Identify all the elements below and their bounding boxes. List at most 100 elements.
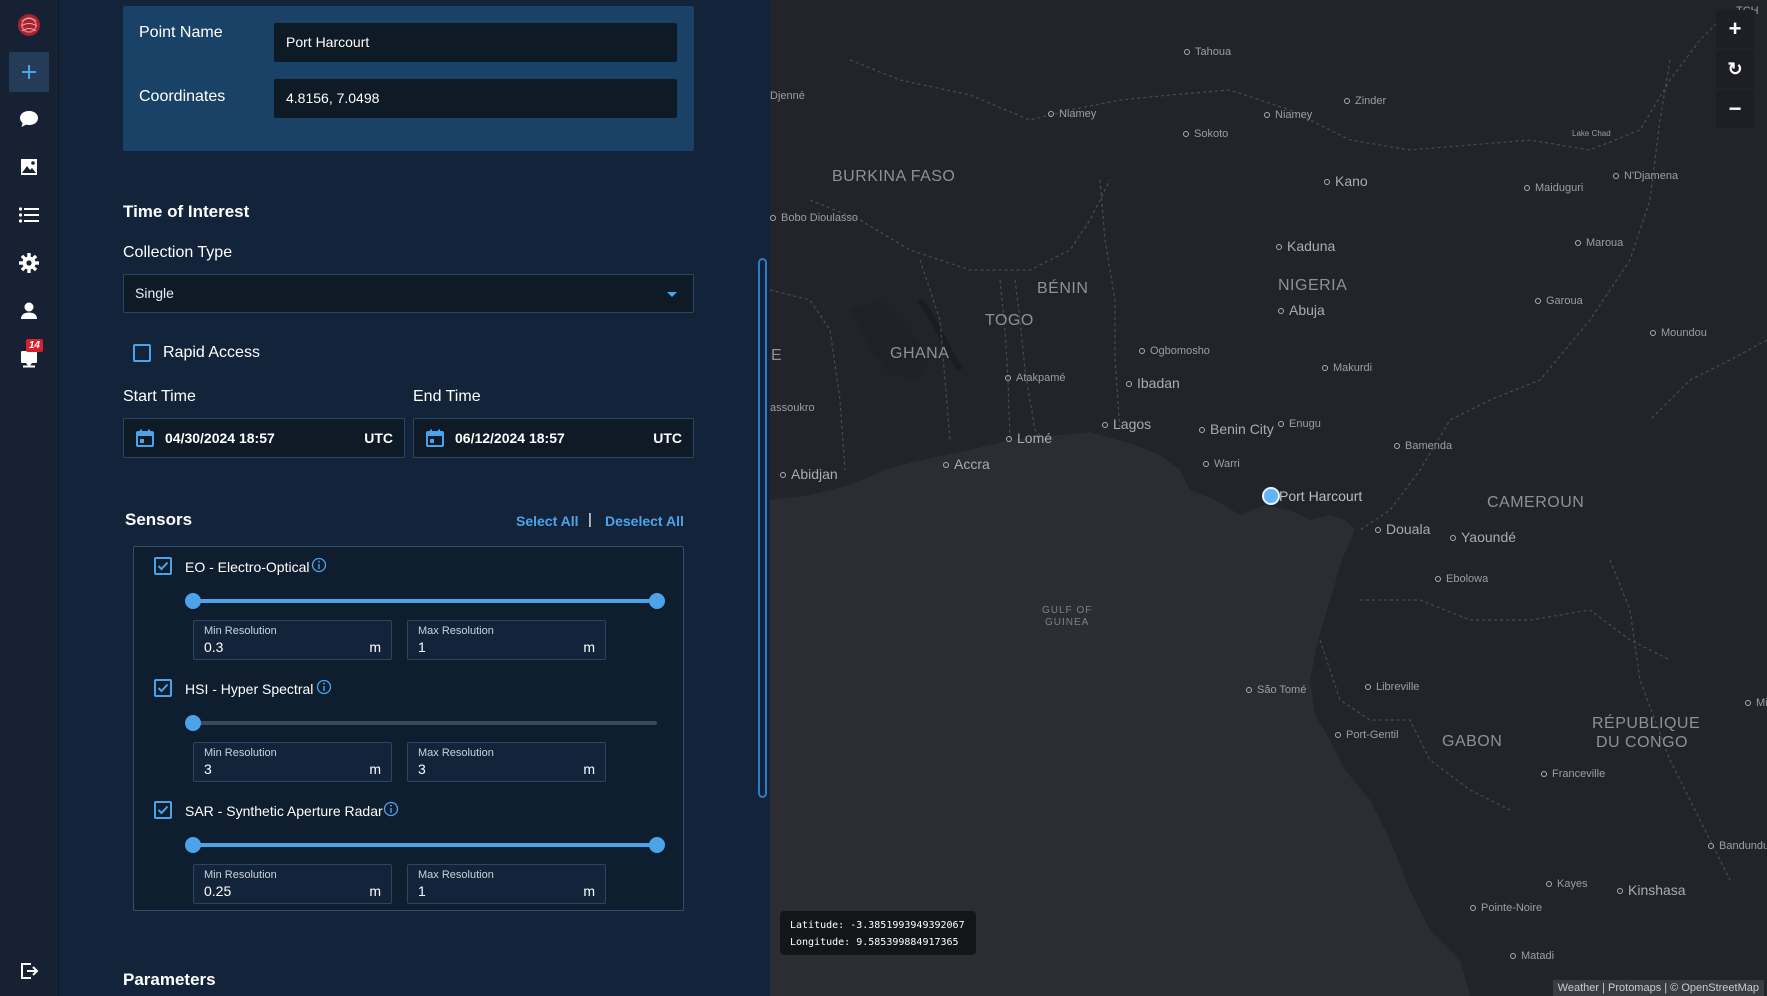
- country-label: NIGERIA: [1278, 277, 1348, 294]
- unit-label: m: [583, 761, 595, 777]
- chevron-down-icon: [667, 292, 677, 297]
- image-icon[interactable]: [9, 147, 49, 187]
- sensors-title: Sensors: [125, 510, 193, 529]
- user-icon[interactable]: [9, 291, 49, 331]
- end-time-input[interactable]: 06/12/2024 18:57 UTC: [413, 418, 694, 458]
- start-time-input[interactable]: 04/30/2024 18:57 UTC: [123, 418, 405, 458]
- notifications-icon[interactable]: 14: [9, 338, 49, 378]
- start-time-label: Start Time: [123, 388, 196, 405]
- chat-icon[interactable]: [9, 99, 49, 139]
- city-label: Zinder: [1344, 95, 1386, 107]
- zoom-in-button[interactable]: +: [1716, 10, 1754, 48]
- city-label: Lake Chad: [1572, 129, 1611, 138]
- list-icon[interactable]: [9, 195, 49, 235]
- slider-handle-max[interactable]: [649, 837, 665, 853]
- coordinates-input[interactable]: 4.8156, 7.0498: [274, 79, 677, 118]
- cursor-coordinates: Latitude: -3.3851993949392067 Longitude:…: [780, 911, 976, 955]
- max-resolution-value: 1: [418, 883, 426, 899]
- unit-label: m: [369, 761, 381, 777]
- country-label: DU CONGO: [1596, 734, 1688, 751]
- point-name-label: Point Name: [139, 24, 223, 41]
- city-label: Garoua: [1535, 295, 1583, 307]
- city-label: Benin City: [1199, 421, 1274, 437]
- unit-label: m: [369, 883, 381, 899]
- min-resolution-value: 0.3: [204, 639, 224, 655]
- city-label: N'Djamena: [1613, 170, 1678, 182]
- city-label: Makurdi: [1322, 362, 1372, 374]
- logout-icon[interactable]: [9, 951, 49, 991]
- map-view[interactable]: BURKINA FASO BÉNIN TOGO GHANA NIGERIA CA…: [770, 0, 1767, 996]
- tasking-panel: Point Name Port Harcourt Coordinates 4.8…: [59, 0, 770, 996]
- collection-type-value: Single: [135, 285, 174, 301]
- min-resolution-input-eo[interactable]: Min Resolution 0.3 m: [193, 620, 392, 660]
- city-label: Mi: [1745, 697, 1767, 709]
- max-resolution-input-sar[interactable]: Max Resolution 1 m: [407, 864, 606, 904]
- city-label: Lomé: [1006, 430, 1052, 446]
- panel-scrollbar[interactable]: [758, 258, 767, 798]
- city-label: Abuja: [1278, 302, 1325, 318]
- city-label: Libreville: [1365, 681, 1419, 693]
- sensor-name: SAR - Synthetic Aperture Radar: [185, 803, 383, 819]
- city-label: Tahoua: [1184, 46, 1231, 58]
- collection-type-select[interactable]: Single: [123, 274, 694, 313]
- sensor-checkbox-hsi[interactable]: [154, 679, 172, 697]
- slider-handle-min[interactable]: [185, 837, 201, 853]
- start-time-value: 04/30/2024 18:57: [165, 430, 275, 446]
- sensor-checkbox-sar[interactable]: [154, 801, 172, 819]
- settings-gear-icon[interactable]: [9, 243, 49, 283]
- min-resolution-label: Min Resolution: [204, 869, 277, 881]
- map-attribution[interactable]: Weather | Protomaps | © OpenStreetMap: [1552, 980, 1764, 996]
- zoom-out-button[interactable]: −: [1716, 90, 1754, 128]
- coordinates-label: Coordinates: [139, 88, 226, 105]
- city-label: Kayes: [1546, 878, 1588, 890]
- city-label: São Tomé: [1246, 684, 1306, 696]
- country-label: BÉNIN: [1037, 280, 1089, 297]
- sensor-name: HSI - Hyper Spectral: [185, 681, 314, 697]
- resolution-slider-eo[interactable]: [185, 593, 665, 609]
- city-label: Matadi: [1510, 950, 1554, 962]
- min-resolution-input-hsi[interactable]: Min Resolution 3 m: [193, 742, 392, 782]
- city-label: Abidjan: [780, 466, 838, 482]
- sensor-checkbox-eo[interactable]: [154, 557, 172, 575]
- country-label: RÉPUBLIQUE: [1592, 715, 1701, 732]
- max-resolution-label: Max Resolution: [418, 747, 494, 759]
- logo-icon: [9, 5, 49, 45]
- city-label: assoukro: [770, 402, 815, 414]
- point-name-input[interactable]: Port Harcourt: [274, 23, 677, 62]
- sea-label-line: GUINEA: [1045, 617, 1090, 628]
- city-label: Niamey: [1048, 108, 1096, 120]
- city-label: Ibadan: [1126, 375, 1180, 391]
- longitude-readout: Longitude: 9.585399884917365: [790, 937, 959, 948]
- resolution-slider-hsi[interactable]: [185, 715, 657, 731]
- unit-label: m: [583, 883, 595, 899]
- end-time-label: End Time: [413, 388, 481, 405]
- min-resolution-value: 3: [204, 761, 212, 777]
- deselect-all-link[interactable]: Deselect All: [605, 513, 684, 529]
- check-icon: [157, 683, 169, 693]
- reset-view-button[interactable]: ↻: [1716, 50, 1754, 88]
- info-icon[interactable]: [383, 801, 399, 817]
- add-icon[interactable]: [9, 52, 49, 92]
- city-label: Atakpamé: [1005, 372, 1066, 384]
- link-separator: |: [588, 511, 592, 528]
- selected-point-marker[interactable]: [1262, 487, 1280, 505]
- slider-handle-min[interactable]: [185, 715, 201, 731]
- country-label: TOGO: [985, 312, 1034, 329]
- unit-label: m: [583, 639, 595, 655]
- slider-handle-max[interactable]: [649, 593, 665, 609]
- select-all-link[interactable]: Select All: [516, 513, 579, 529]
- slider-handle-min[interactable]: [185, 593, 201, 609]
- max-resolution-value: 1: [418, 639, 426, 655]
- country-label: E: [771, 347, 783, 364]
- min-resolution-input-sar[interactable]: Min Resolution 0.25 m: [193, 864, 392, 904]
- city-label: Franceville: [1541, 768, 1605, 780]
- end-tz-label: UTC: [653, 430, 682, 446]
- max-resolution-input-hsi[interactable]: Max Resolution 3 m: [407, 742, 606, 782]
- min-resolution-label: Min Resolution: [204, 625, 277, 637]
- sea-label: GULF OF GUINEA: [1042, 605, 1092, 629]
- rapid-access-checkbox[interactable]: [133, 344, 151, 362]
- max-resolution-input-eo[interactable]: Max Resolution 1 m: [407, 620, 606, 660]
- info-icon[interactable]: [316, 679, 332, 695]
- resolution-slider-sar[interactable]: [185, 837, 665, 853]
- info-icon[interactable]: [311, 557, 327, 573]
